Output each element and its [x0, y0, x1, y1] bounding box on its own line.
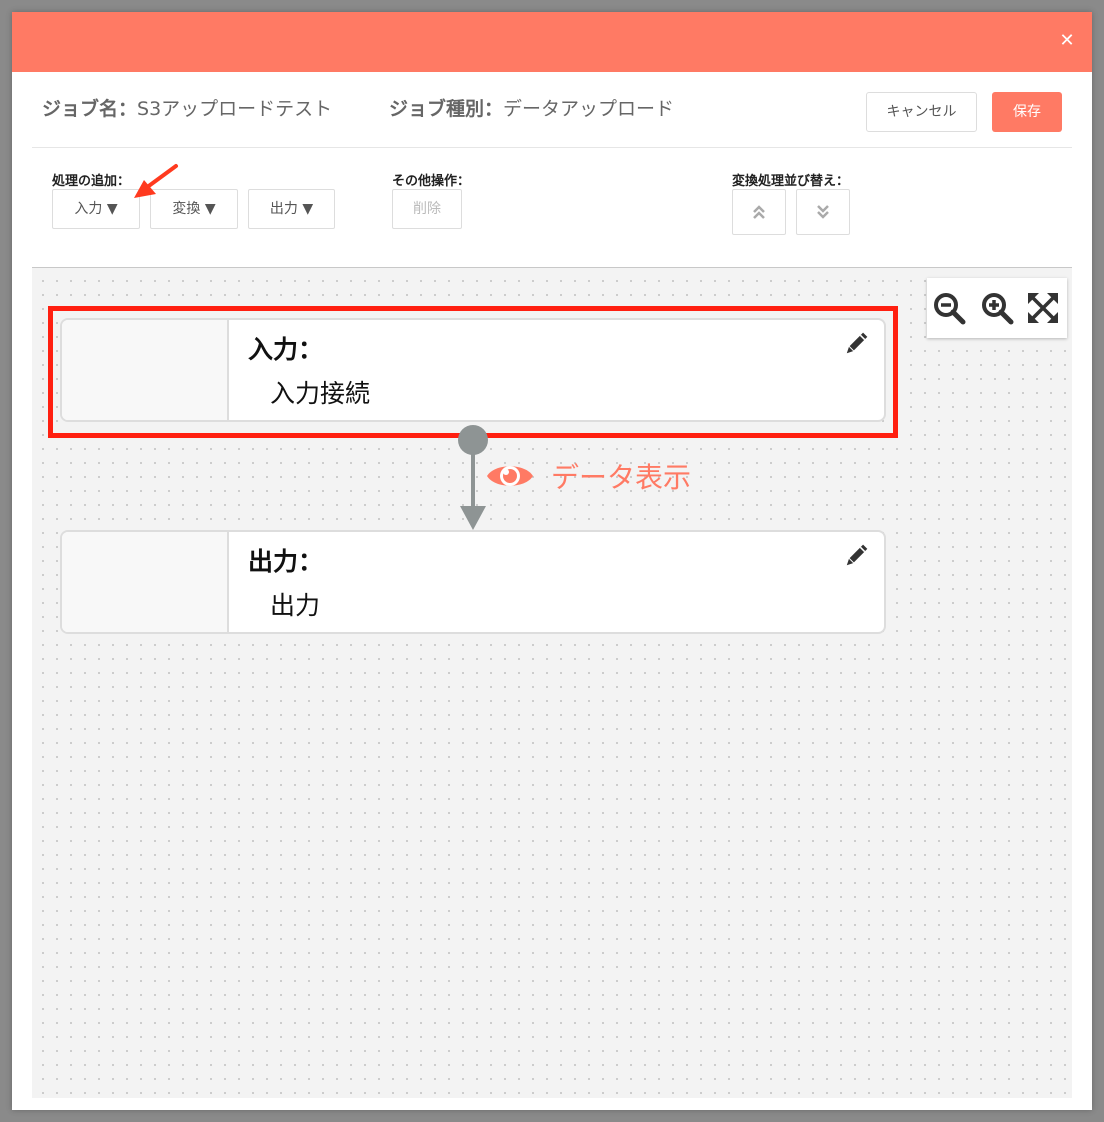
header-divider: [32, 147, 1072, 148]
save-button[interactable]: 保存: [992, 92, 1062, 132]
job-name-value: S3アップロードテスト: [137, 98, 333, 120]
node-subtitle: 出力: [270, 591, 321, 620]
sort-label: 変換処理並び替え：: [732, 174, 850, 189]
node-title: 出力：: [248, 547, 324, 576]
eye-icon: [487, 466, 533, 486]
connector-handle[interactable]: [458, 425, 488, 455]
move-up-button[interactable]: [732, 189, 786, 235]
zoom-controls: [927, 278, 1067, 338]
other-actions-label: その他操作：: [392, 174, 471, 189]
flow-canvas[interactable]: 入力： 入力接続 データ表示 出力： 出力: [32, 267, 1072, 1098]
node-side-panel: [62, 532, 229, 632]
connector-line: [471, 452, 475, 508]
delete-button[interactable]: 削除: [392, 189, 462, 229]
modal-header: ✕: [12, 12, 1092, 72]
move-down-button[interactable]: [796, 189, 850, 235]
cancel-button[interactable]: キャンセル: [866, 92, 977, 132]
data-view-button[interactable]: データ表示: [485, 456, 691, 496]
job-type-value: データアップロード: [503, 98, 675, 120]
job-name-label: ジョブ名：: [42, 98, 138, 120]
zoom-out-icon[interactable]: [931, 290, 967, 326]
job-type-label: ジョブ種別：: [389, 98, 504, 120]
connector-arrowhead: [460, 506, 486, 530]
job-type: ジョブ種別：データアップロード: [389, 94, 674, 121]
add-process-label: 処理の追加：: [52, 174, 131, 189]
chevron-double-down-icon: [817, 205, 829, 219]
highlight-box: [48, 306, 898, 438]
data-view-label: データ表示: [551, 461, 692, 494]
pencil-icon[interactable]: [842, 542, 870, 570]
flow-node-output[interactable]: 出力： 出力: [60, 530, 886, 634]
add-output-button[interactable]: 出力 ▼: [248, 189, 335, 229]
job-name: ジョブ名：S3アップロードテスト: [42, 94, 332, 121]
zoom-in-icon[interactable]: [979, 290, 1015, 326]
chevron-double-up-icon: [753, 205, 765, 219]
add-input-button[interactable]: 入力 ▼: [52, 189, 140, 229]
close-icon[interactable]: ✕: [1056, 30, 1078, 52]
job-editor-modal: ✕ ジョブ名：S3アップロードテスト ジョブ種別：データアップロード キャンセル…: [12, 12, 1092, 1110]
annotation-arrow-icon: [134, 164, 178, 198]
fit-screen-icon[interactable]: [1025, 290, 1061, 326]
